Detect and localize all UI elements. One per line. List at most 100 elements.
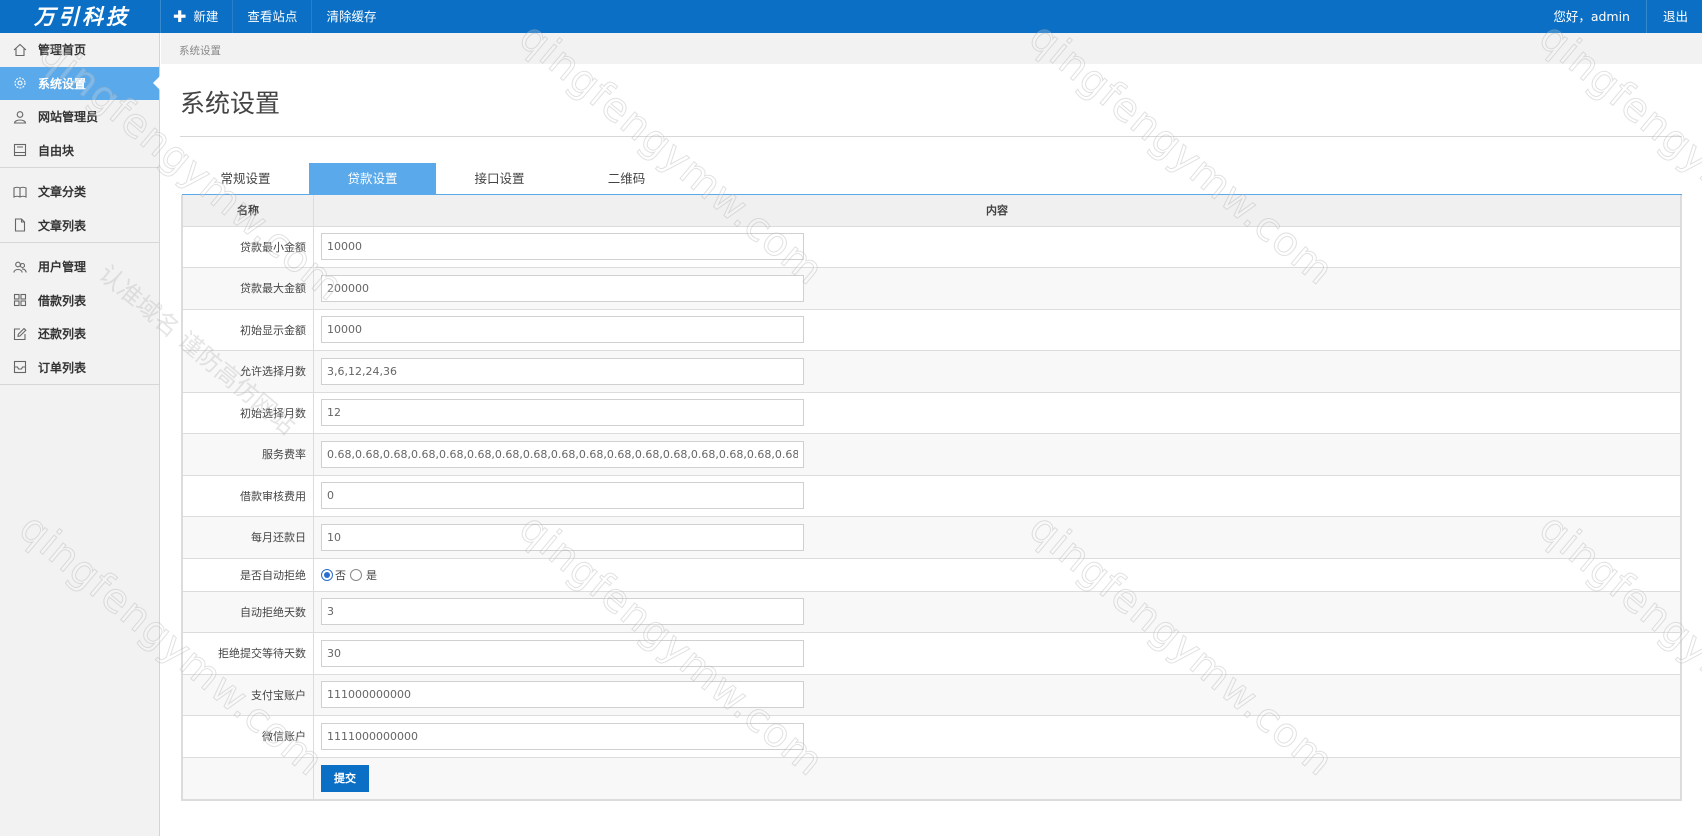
table-row: 自动拒绝天数 [182, 590, 1681, 633]
alipay-account-input[interactable] [321, 681, 804, 709]
table-row: 借款审核费用 [182, 474, 1681, 517]
table-row: 贷款最小金额 [182, 225, 1681, 268]
sidebar-divider [0, 167, 159, 175]
auto-reject-no-radio[interactable] [321, 568, 333, 581]
sidebar-item-label: 订单列表 [38, 360, 87, 375]
table-row: 初始选择月数 [182, 391, 1681, 434]
row-label: 支付宝账户 [182, 673, 314, 716]
sidebar-item-label: 借款列表 [38, 293, 87, 308]
radio-label: 否 [335, 568, 346, 582]
sidebar-item-label: 文章列表 [38, 218, 87, 233]
service-rate-input[interactable] [321, 440, 804, 468]
column-header-content: 内容 [313, 195, 1681, 227]
sidebar-item-article-list[interactable]: 文章列表 [0, 209, 159, 243]
users-icon [12, 259, 27, 274]
row-label: 贷款最小金额 [182, 225, 314, 268]
sidebar-item-label: 自由块 [38, 143, 75, 158]
table-row: 允许选择月数 [182, 350, 1681, 393]
new-button[interactable]: ✚ 新建 [160, 0, 232, 33]
table-row: 支付宝账户 [182, 673, 1681, 716]
row-label: 初始选择月数 [182, 391, 314, 434]
table-row: 提交 [182, 756, 1681, 800]
settings-tabs: 常规设置 贷款设置 接口设置 二维码 [182, 163, 690, 195]
top-right: 您好，admin 退出 [1553, 0, 1702, 33]
page-title: 系统设置 [180, 89, 281, 118]
wechat-account-input[interactable] [321, 722, 804, 750]
sidebar-item-article-category[interactable]: 文章分类 [0, 175, 159, 209]
tab-api-settings[interactable]: 接口设置 [436, 163, 563, 195]
sidebar-item-label: 文章分类 [38, 185, 87, 200]
table-row: 贷款最大金额 [182, 267, 1681, 310]
plus-icon: ✚ [173, 6, 187, 26]
settings-table: 名称 内容 贷款最小金额 贷款最大金额 初始显示金额 允许选择月数 初始 [181, 195, 1682, 801]
user-greeting: 您好，admin [1553, 9, 1630, 24]
initial-months-input[interactable] [321, 399, 804, 427]
tab-general-settings[interactable]: 常规设置 [182, 163, 309, 195]
sidebar-item-free-block[interactable]: 自由块 [0, 134, 159, 168]
auto-reject-yes-radio[interactable] [350, 568, 362, 581]
reject-wait-days-input[interactable] [321, 639, 804, 667]
sidebar-item-system-settings[interactable]: 系统设置 [0, 66, 160, 100]
table-row: 服务费率 [182, 433, 1681, 476]
row-label: 每月还款日 [182, 516, 314, 559]
sidebar-item-label: 系统设置 [38, 76, 87, 91]
sidebar-item-loan-list[interactable]: 借款列表 [0, 284, 159, 318]
row-label: 自动拒绝天数 [182, 590, 314, 633]
allowed-months-input[interactable] [321, 357, 804, 385]
sidebar-item-label: 用户管理 [38, 260, 87, 275]
radio-label: 是 [366, 568, 377, 582]
block-icon [12, 143, 27, 158]
row-label: 是否自动拒绝 [182, 557, 314, 592]
sidebar-item-home[interactable]: 管理首页 [0, 33, 159, 67]
grid-icon [12, 293, 27, 308]
auto-reject-days-input[interactable] [321, 598, 804, 626]
submit-button[interactable]: 提交 [321, 764, 369, 792]
breadcrumb-bar: 系统设置 [161, 33, 1702, 64]
sidebar-item-order-list[interactable]: 订单列表 [0, 351, 159, 385]
row-label: 允许选择月数 [182, 350, 314, 393]
new-button-label: 新建 [193, 9, 219, 24]
view-site-button[interactable]: 查看站点 [232, 0, 311, 33]
loan-min-amount-input[interactable] [321, 233, 804, 261]
loan-max-amount-input[interactable] [321, 274, 804, 302]
table-row: 每月还款日 [182, 516, 1681, 559]
table-row: 拒绝提交等待天数 [182, 632, 1681, 675]
file-icon [12, 218, 27, 233]
review-fee-input[interactable] [321, 482, 804, 510]
row-label-empty [182, 756, 314, 800]
tab-loan-settings[interactable]: 贷款设置 [309, 163, 436, 195]
sidebar-item-repayment-list[interactable]: 还款列表 [0, 317, 159, 351]
inbox-icon [12, 360, 27, 375]
gear-icon [12, 76, 27, 91]
breadcrumb[interactable]: 系统设置 [179, 43, 221, 58]
table-row: 微信账户 [182, 715, 1681, 758]
table-row: 初始显示金额 [182, 308, 1681, 351]
user-icon [12, 109, 27, 124]
clear-cache-button[interactable]: 清除缓存 [311, 0, 390, 33]
sidebar-item-label: 还款列表 [38, 327, 87, 342]
sidebar-divider [0, 384, 159, 392]
book-icon [12, 184, 27, 199]
monthly-repay-day-input[interactable] [321, 523, 804, 551]
sidebar: 管理首页 系统设置 网站管理员 自由块 文章分类 文章列表 用户管理 借款列表 … [0, 33, 160, 836]
row-label: 贷款最大金额 [182, 267, 314, 310]
initial-amount-input[interactable] [321, 316, 804, 344]
top-nav: ✚ 新建 查看站点 清除缓存 [160, 0, 390, 33]
sidebar-item-user-management[interactable]: 用户管理 [0, 250, 159, 284]
sidebar-item-label: 网站管理员 [38, 110, 99, 125]
title-divider [180, 136, 1682, 137]
column-header-name: 名称 [182, 195, 314, 227]
auto-reject-radio-group: 否 是 [321, 567, 1680, 583]
logo[interactable]: 万引科技 [34, 3, 130, 30]
edit-icon [12, 326, 27, 341]
sidebar-item-label: 管理首页 [38, 43, 87, 58]
row-label: 服务费率 [182, 433, 314, 476]
sidebar-item-admins[interactable]: 网站管理员 [0, 100, 159, 134]
table-row: 是否自动拒绝 否 是 [182, 557, 1681, 592]
logout-button[interactable]: 退出 [1645, 0, 1702, 33]
home-icon [12, 42, 27, 57]
sidebar-divider [0, 242, 159, 250]
row-label: 初始显示金额 [182, 308, 314, 351]
tab-qrcode[interactable]: 二维码 [563, 163, 690, 195]
row-label: 拒绝提交等待天数 [182, 632, 314, 675]
